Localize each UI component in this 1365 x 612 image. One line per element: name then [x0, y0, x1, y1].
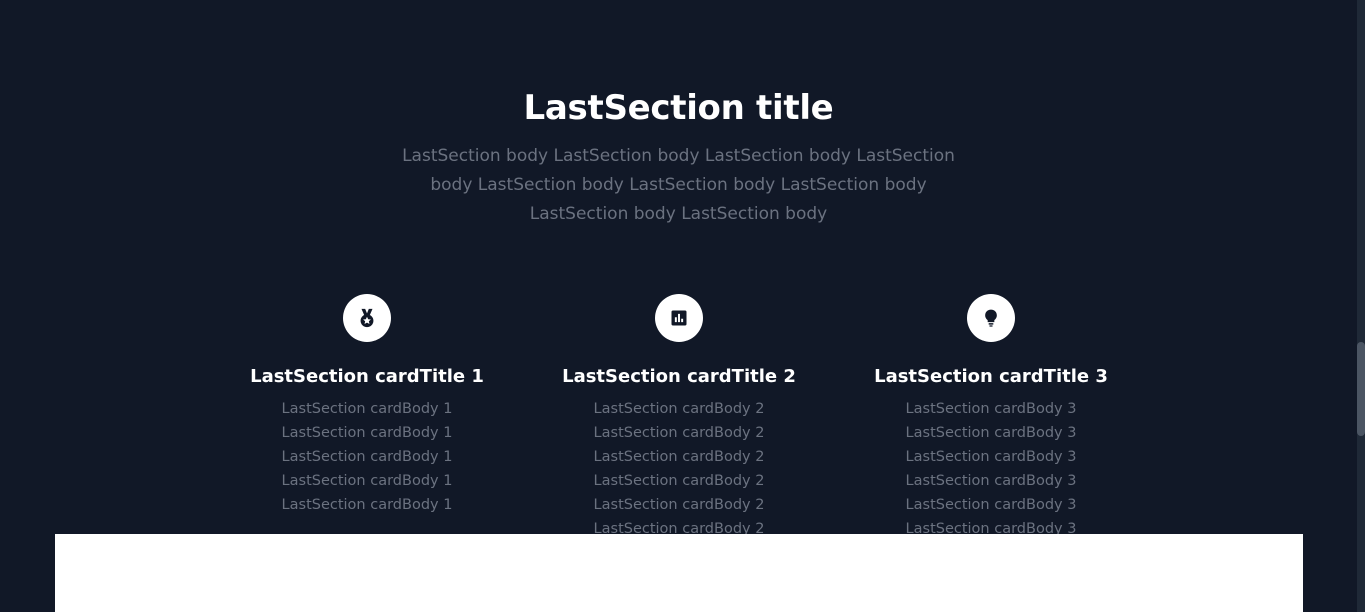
section-header: LastSection title LastSection body LastS…: [0, 86, 1357, 229]
feature-card-1-body: LastSection cardBody 1 LastSection cardB…: [281, 401, 453, 513]
feature-card-2-icon-circle: [655, 294, 703, 342]
scrollbar-thumb[interactable]: [1357, 342, 1365, 436]
feature-card-3-title: LastSection cardTitle 3: [874, 366, 1108, 387]
feature-card-2: LastSection cardTitle 2 LastSection card…: [549, 294, 809, 565]
feature-card-1-icon-circle: [343, 294, 391, 342]
medal-icon: [360, 308, 374, 328]
feature-card-3-icon-circle: [967, 294, 1015, 342]
feature-card-3: LastSection cardTitle 3 LastSection card…: [861, 294, 1121, 565]
bar-chart-icon: [671, 310, 687, 326]
feature-card-1: LastSection cardTitle 1 LastSection card…: [237, 294, 497, 517]
section-title: LastSection title: [523, 88, 834, 128]
feature-card-2-title: LastSection cardTitle 2: [562, 366, 796, 387]
feature-card-1-title: LastSection cardTitle 1: [250, 366, 484, 387]
next-section-panel: [55, 534, 1303, 612]
lightbulb-icon: [985, 309, 997, 327]
page: LastSection title LastSection body LastS…: [0, 0, 1365, 612]
section-body: LastSection body LastSection body LastSe…: [402, 146, 955, 224]
scrollbar-track[interactable]: [1357, 0, 1365, 612]
feature-cards: LastSection cardTitle 1 LastSection card…: [0, 294, 1365, 561]
